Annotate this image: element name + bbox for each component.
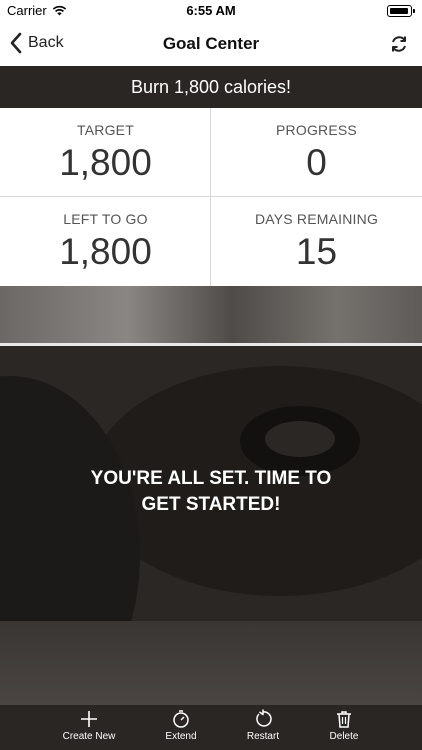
stat-label: TARGET xyxy=(77,122,134,138)
trash-icon xyxy=(337,711,351,728)
refresh-icon[interactable] xyxy=(388,33,410,55)
stat-label: DAYS REMAINING xyxy=(254,211,379,227)
stat-value: 1,800 xyxy=(59,231,152,272)
bottom-toolbar: Create New Extend Restart Delete xyxy=(0,705,422,750)
stat-label: LEFT TO GO xyxy=(63,211,148,227)
stat-value: 15 xyxy=(295,231,338,272)
stat-left-to-go: LEFT TO GO 1,800 xyxy=(0,197,211,286)
extend-button[interactable]: Extend xyxy=(141,709,221,742)
floor-shape xyxy=(0,621,422,705)
background-photo: YOU'RE ALL SET. TIME TO GET STARTED! xyxy=(0,286,422,705)
status-bar: Carrier 6:55 AM xyxy=(0,0,422,22)
stats-grid: TARGET 1,800 PROGRESS 0 LEFT TO GO 1,800… xyxy=(0,108,422,286)
tab-label: Delete xyxy=(329,731,359,742)
navigation-bar: Back Goal Center xyxy=(0,22,422,66)
tab-label: Restart xyxy=(246,731,280,742)
restart-icon xyxy=(256,709,272,727)
tab-label: Create New xyxy=(62,731,116,742)
stat-label: PROGRESS xyxy=(276,122,357,138)
stat-target: TARGET 1,800 xyxy=(0,108,211,197)
goal-banner-text: Burn 1,800 calories! xyxy=(130,76,292,97)
restart-button[interactable]: Restart xyxy=(223,709,303,742)
weight-plate-hub xyxy=(265,421,335,457)
create-new-button[interactable]: Create New xyxy=(49,709,129,742)
clock: 6:55 AM xyxy=(186,3,236,18)
stat-value: 0 xyxy=(306,142,327,183)
photo-overlay xyxy=(0,346,422,705)
page-title: Goal Center xyxy=(162,34,260,53)
tab-label: Extend xyxy=(165,731,197,742)
stat-days-remaining: DAYS REMAINING 15 xyxy=(211,197,422,286)
delete-button[interactable]: Delete xyxy=(304,709,384,742)
timer-icon xyxy=(173,710,189,728)
goal-banner: Burn 1,800 calories! xyxy=(0,66,422,108)
photo-strip xyxy=(0,286,422,343)
stat-value: 1,800 xyxy=(59,142,152,183)
status-message: YOU'RE ALL SET. TIME TO GET STARTED! xyxy=(90,468,332,515)
stat-progress: PROGRESS 0 xyxy=(211,108,422,197)
battery-icon xyxy=(387,5,415,17)
plus-icon xyxy=(81,711,97,727)
